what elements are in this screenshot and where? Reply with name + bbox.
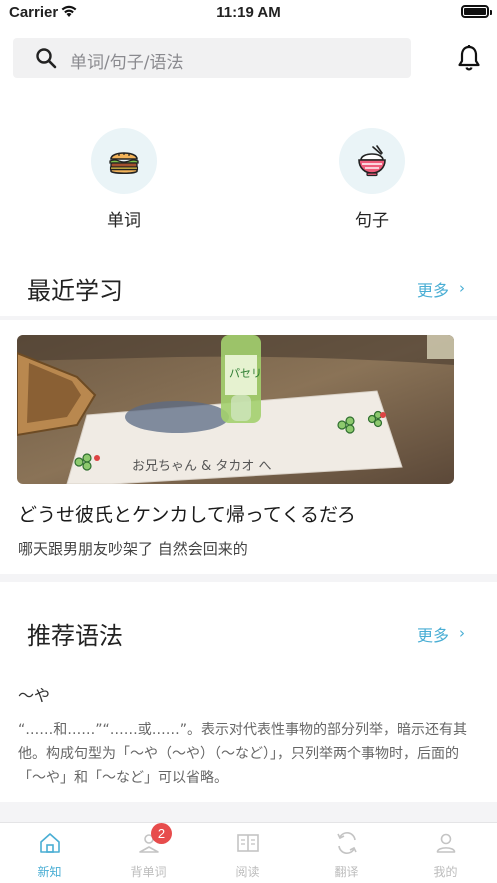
chevron-right-icon[interactable]: › [459,279,465,297]
status-time: 11:19 AM [216,4,281,21]
quick-link-icon-bg [339,128,405,194]
quick-link-label: 句子 [355,211,389,231]
recent-section-header: 最近学习 更多 › [0,263,497,313]
tab-label: 背单词 [130,865,167,879]
tab-label: 新知 [37,865,62,879]
grammar-card[interactable]: ～や “……和……”“……或……”。表示对代表性事物的部分列举，暗示还有其他。构… [0,662,497,802]
tab-label: 翻译 [334,865,359,879]
sentence-japanese: どうせ彼氏とケンカして帰ってくるだろ [18,504,356,526]
rice-bowl-icon [358,145,386,177]
grammar-more-link[interactable]: 更多 [417,622,449,646]
recent-sentence-card[interactable]: パセリ お兄ちゃん & タカオ へ どうせ彼氏とケンカして帰ってくるだろ 哪天跟… [0,320,497,574]
bell-icon[interactable] [456,44,482,72]
tab-profile[interactable]: 我的 [396,823,495,883]
profile-icon [436,833,456,853]
book-icon [237,834,259,852]
tab-vocab[interactable]: 2 背单词 [99,823,198,883]
grammar-pattern: ～や [18,686,51,705]
sentence-translation: 哪天跟男朋友吵架了 自然会回来的 [18,540,248,558]
section-title: 最近学习 [27,277,123,305]
section-title: 推荐语法 [27,622,123,650]
tab-translate[interactable]: 翻译 [297,823,396,883]
recent-more-link[interactable]: 更多 [417,277,449,301]
tab-read[interactable]: 阅读 [198,823,297,883]
tab-label: 阅读 [235,865,260,879]
grammar-description: “……和……”“……或……”。表示对代表性事物的部分列举，暗示还有其他。构成句型… [18,722,468,786]
image-handwriting: お兄ちゃん & タカオ へ [132,459,272,474]
notification-badge: 2 [151,823,172,844]
battery-icon [461,5,492,18]
tab-label: 我的 [433,865,458,879]
chevron-right-icon[interactable]: › [459,624,465,642]
tab-new[interactable]: 新知 [0,823,99,883]
search-placeholder: 单词/句子/语法 [70,53,184,73]
quick-link-sentences[interactable]: 句子 [312,128,432,238]
status-bar: Carrier 11:19 AM [0,0,497,24]
quick-link-label: 单词 [107,211,141,231]
tab-bar: 新知 2 背单词 阅读 翻译 我的 [0,822,497,883]
quick-link-icon-bg [91,128,157,194]
translate-icon [337,832,357,854]
search-bar[interactable]: 单词/句子/语法 [13,38,411,78]
grammar-section-header: 推荐语法 更多 › [0,608,497,658]
search-icon [36,48,57,69]
hamburger-icon [109,152,139,175]
quick-link-words[interactable]: 单词 [64,128,184,238]
home-icon [40,833,60,853]
svg-text:パセリ: パセリ [229,367,262,380]
scene-image[interactable]: パセリ お兄ちゃん & タカオ へ [17,335,454,484]
